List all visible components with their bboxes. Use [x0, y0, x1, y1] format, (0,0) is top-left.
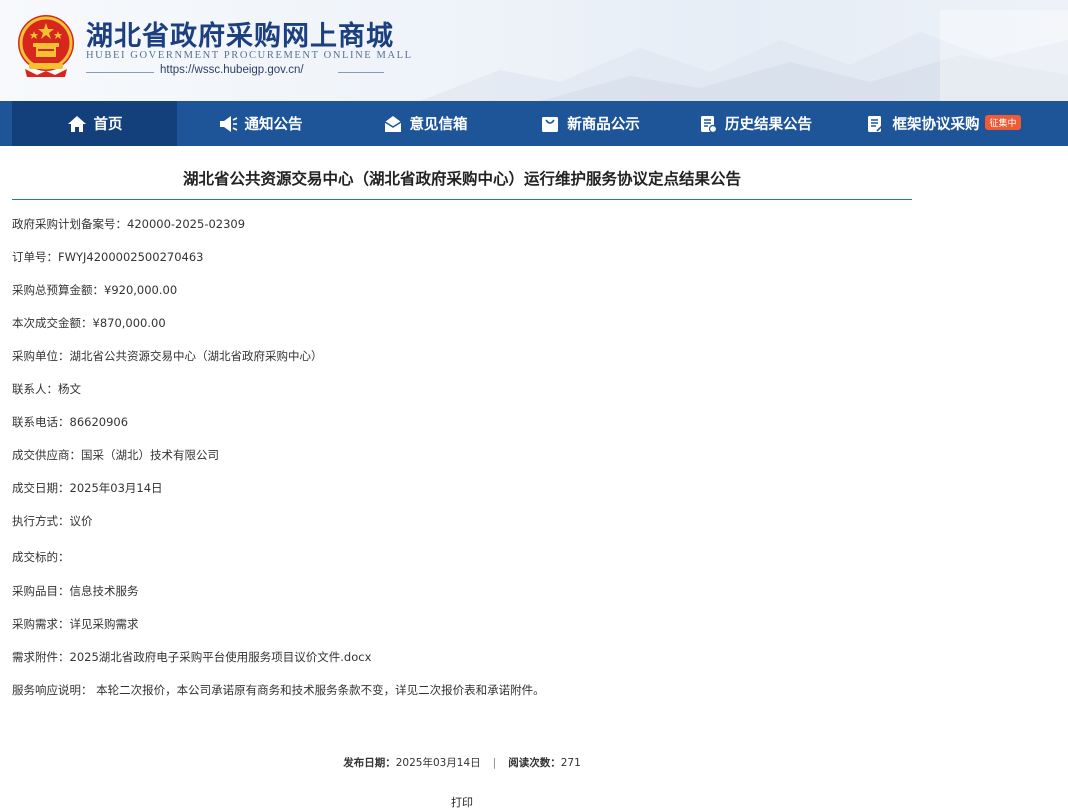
print-button[interactable]: 打印: [442, 794, 482, 810]
nav-label: 新商品公示: [567, 117, 640, 133]
national-emblem-icon: [18, 15, 74, 77]
attachment-link[interactable]: 2025湖北省政府电子采购平台使用服务项目议价文件.docx: [70, 650, 372, 664]
field-service-response: 服务响应说明： 本轮二次报价，本公司承诺原有商务和技术服务条款不变，详见二次报价…: [12, 682, 545, 698]
field-requirement-attachment: 需求附件：2025湖北省政府电子采购平台使用服务项目议价文件.docx: [12, 649, 371, 665]
publish-date: 2025年03月14日: [395, 757, 481, 769]
nav-item-history-results[interactable]: 历史结果公告: [680, 101, 830, 146]
nav-label: 框架协议采购: [892, 117, 980, 133]
main-nav: 首页 通知公告 意见信箱 新商品公示 历史结果公告 框架协议采购 征集中: [0, 101, 1068, 146]
field-total-budget: 采购总预算金额：¥920,000.00: [12, 282, 177, 298]
field-value: 议价: [69, 514, 93, 528]
field-procurement-requirement: 采购需求：详见采购需求: [12, 616, 139, 632]
field-label: 联系人：: [12, 382, 58, 396]
divider: [338, 72, 384, 73]
contract-icon: [865, 114, 885, 134]
field-deal-date: 成交日期：2025年03月14日: [12, 480, 163, 496]
field-value: 湖北省公共资源交易中心（湖北省政府采购中心）: [69, 349, 323, 363]
document-icon: [698, 114, 718, 134]
mountain-background: [420, 10, 1068, 101]
field-supplier: 成交供应商：国采（湖北）技术有限公司: [12, 447, 219, 463]
nav-label: 通知公告: [244, 117, 303, 133]
nav-item-framework-agreement[interactable]: 框架协议采购 征集中: [848, 101, 1038, 146]
field-value: 86620906: [69, 415, 129, 429]
nav-item-home[interactable]: 首页: [12, 101, 177, 146]
status-badge: 征集中: [985, 115, 1021, 130]
publish-date-label: 发布日期：: [343, 757, 396, 769]
site-url: https://wssc.hubeigp.gov.cn/: [160, 64, 304, 76]
field-procurement-category: 采购品目：信息技术服务: [12, 583, 139, 599]
view-count: 271: [560, 757, 581, 769]
field-value: 信息技术服务: [69, 584, 139, 598]
field-execution-method: 执行方式：议价: [12, 513, 93, 529]
field-label: 采购需求：: [12, 617, 70, 631]
field-label: 本次成交金额：: [12, 316, 93, 330]
field-deal-amount: 本次成交金额：¥870,000.00: [12, 315, 166, 331]
field-value: ¥870,000.00: [92, 316, 166, 330]
field-plan-record-number: 政府采购计划备案号：420000-2025-02309: [12, 216, 245, 232]
nav-label: 意见信箱: [409, 117, 468, 133]
field-label: 采购单位：: [12, 349, 70, 363]
field-label: 成交供应商：: [12, 448, 81, 462]
megaphone-icon: [218, 114, 238, 134]
field-label: 成交日期：: [12, 481, 70, 495]
view-count-label: 阅读次数：: [508, 757, 561, 769]
field-value: 本轮二次报价，本公司承诺原有商务和技术服务条款不变，详见二次报价表和承诺附件。: [92, 683, 545, 697]
field-label: 订单号：: [12, 250, 58, 264]
field-label: 政府采购计划备案号：: [12, 217, 127, 231]
field-purchaser: 采购单位：湖北省公共资源交易中心（湖北省政府采购中心）: [12, 348, 323, 364]
field-label: 服务响应说明：: [12, 683, 93, 697]
meta-separator: |: [492, 757, 497, 769]
divider: [86, 72, 154, 73]
field-contact-phone: 联系电话：86620906: [12, 414, 128, 430]
nav-item-notices[interactable]: 通知公告: [195, 101, 325, 146]
field-order-number: 订单号：FWYJ4200002500270463: [12, 249, 203, 265]
field-value: FWYJ4200002500270463: [58, 250, 204, 264]
mailbox-icon: [383, 114, 403, 134]
nav-item-mailbox[interactable]: 意见信箱: [360, 101, 490, 146]
field-value: 详见采购需求: [69, 617, 139, 631]
home-icon: [67, 114, 87, 134]
field-label: 联系电话：: [12, 415, 70, 429]
field-value: ¥920,000.00: [104, 283, 178, 297]
bag-icon: [540, 114, 560, 134]
field-label: 执行方式：: [12, 514, 70, 528]
site-title: 湖北省政府采购网上商城: [86, 21, 394, 52]
field-contact-person: 联系人：杨文: [12, 381, 81, 397]
article-meta: 发布日期：2025年03月14日 | 阅读次数：271: [0, 755, 924, 770]
field-label: 采购总预算金额：: [12, 283, 104, 297]
site-url-row: https://wssc.hubeigp.gov.cn/: [86, 64, 384, 80]
field-value: 杨文: [58, 382, 81, 396]
site-english-subtitle: HUBEI GOVERNMENT PROCUREMENT ONLINE MALL: [86, 50, 413, 61]
divider: [12, 199, 912, 200]
field-label: 需求附件：: [12, 650, 70, 664]
field-value: 2025年03月14日: [69, 481, 163, 495]
field-deal-subject: 成交标的：: [12, 549, 70, 565]
page-title: 湖北省公共资源交易中心（湖北省政府采购中心）运行维护服务协议定点结果公告: [182, 170, 741, 188]
field-label: 采购品目：: [12, 584, 70, 598]
site-header: 湖北省政府采购网上商城 HUBEI GOVERNMENT PROCUREMENT…: [0, 0, 1068, 101]
field-value: 420000-2025-02309: [127, 217, 246, 231]
field-label: 成交标的：: [12, 550, 70, 564]
field-value: 国采（湖北）技术有限公司: [81, 448, 219, 462]
nav-item-new-products[interactable]: 新商品公示: [520, 101, 660, 146]
nav-label: 历史结果公告: [725, 117, 812, 133]
nav-label: 首页: [93, 117, 123, 133]
